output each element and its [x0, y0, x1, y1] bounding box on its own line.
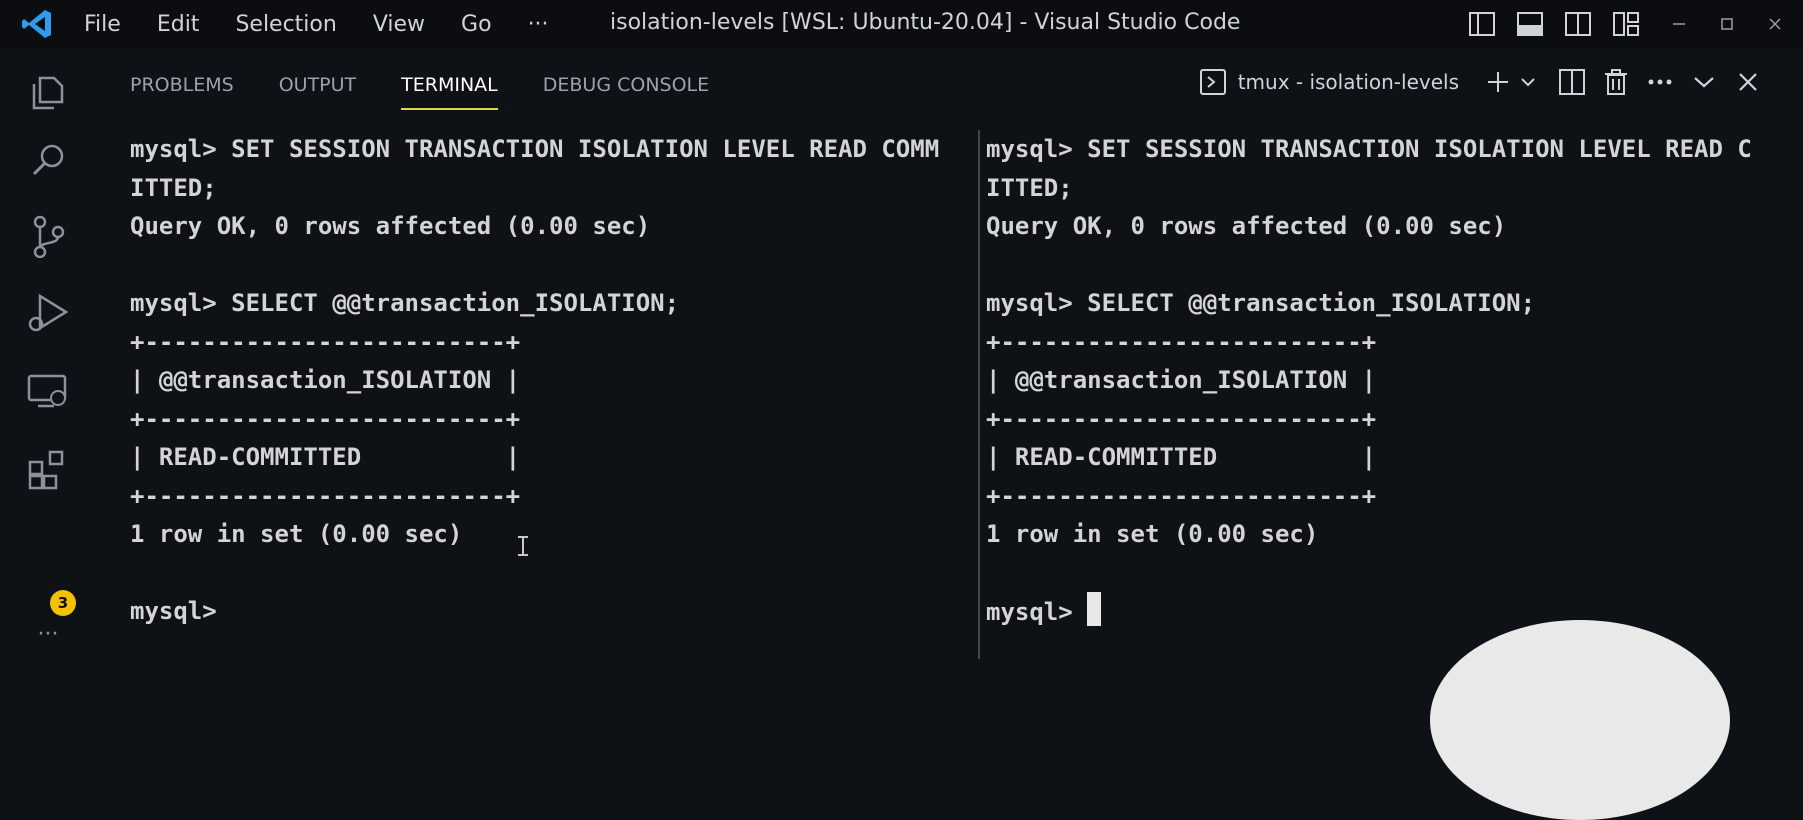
- webcam-overlay: [1430, 620, 1730, 820]
- menu-more[interactable]: ···: [528, 12, 549, 37]
- terminal-pane-left[interactable]: mysql> SET SESSION TRANSACTION ISOLATION…: [130, 130, 978, 659]
- terminal-line: 1 row in set (0.00 sec): [986, 520, 1319, 548]
- panel-tabs: PROBLEMS OUTPUT TERMINAL DEBUG CONSOLE: [130, 64, 754, 110]
- text-cursor-icon: [518, 536, 528, 556]
- toggle-panel-icon[interactable]: [1515, 9, 1545, 39]
- close-window-icon[interactable]: [1755, 4, 1795, 44]
- search-icon[interactable]: [24, 136, 72, 184]
- window-title: isolation-levels [WSL: Ubuntu-20.04] - V…: [610, 10, 1241, 35]
- maximize-icon[interactable]: [1707, 4, 1747, 44]
- window-controls: [1467, 0, 1803, 48]
- menu-edit[interactable]: Edit: [157, 12, 200, 37]
- terminal-line: mysql> SET SESSION TRANSACTION ISOLATION…: [130, 135, 940, 163]
- trash-icon[interactable]: [1601, 67, 1631, 97]
- vscode-logo-icon: [20, 7, 54, 41]
- terminal-line: Query OK, 0 rows affected (0.00 sec): [130, 212, 651, 240]
- more-actions-icon[interactable]: [1645, 67, 1675, 97]
- terminal-line: | READ-COMMITTED |: [130, 443, 521, 471]
- run-debug-icon[interactable]: [24, 288, 72, 336]
- terminal-line: | READ-COMMITTED |: [986, 443, 1377, 471]
- toggle-primary-sidebar-icon[interactable]: [1467, 9, 1497, 39]
- terminal-line: mysql> SELECT @@transaction_ISOLATION;: [130, 289, 680, 317]
- terminal-pane-right[interactable]: mysql> SET SESSION TRANSACTION ISOLATION…: [986, 130, 1776, 659]
- menu-go[interactable]: Go: [461, 12, 492, 37]
- split-terminal-icon[interactable]: [1557, 67, 1587, 97]
- collapse-panel-icon[interactable]: [1689, 67, 1719, 97]
- terminal-name[interactable]: tmux - isolation-levels: [1238, 70, 1459, 94]
- source-control-icon[interactable]: [24, 212, 72, 260]
- terminal-line: | @@transaction_ISOLATION |: [986, 366, 1377, 394]
- terminal-line: +-------------------------+: [130, 327, 521, 356]
- pane-divider[interactable]: [978, 130, 980, 659]
- tab-problems[interactable]: PROBLEMS: [130, 64, 234, 106]
- tab-debug-console[interactable]: DEBUG CONSOLE: [543, 64, 709, 106]
- menu-selection[interactable]: Selection: [235, 12, 336, 37]
- menu-view[interactable]: View: [373, 12, 425, 37]
- terminal-line: +-------------------------+: [986, 481, 1377, 510]
- terminal-line: mysql> SELECT @@transaction_ISOLATION;: [986, 289, 1536, 317]
- terminal-toolbar: tmux - isolation-levels: [1184, 62, 1763, 102]
- terminal-cursor: [1087, 592, 1102, 626]
- more-icon[interactable]: ···: [24, 610, 72, 658]
- terminal-line: mysql> SET SESSION TRANSACTION ISOLATION…: [986, 135, 1752, 163]
- terminal-icon: [1198, 67, 1228, 97]
- terminal-line: mysql>: [130, 597, 232, 625]
- menu-bar: File Edit Selection View Go ···: [84, 0, 585, 48]
- extensions-icon[interactable]: [24, 446, 72, 494]
- remote-explorer-icon[interactable]: [24, 368, 72, 416]
- menu-file[interactable]: File: [84, 12, 121, 37]
- terminal-line: ITTED;: [130, 173, 217, 202]
- customize-layout-icon[interactable]: [1611, 9, 1641, 39]
- terminal-line: Query OK, 0 rows affected (0.00 sec): [986, 212, 1507, 240]
- terminal-line: +-------------------------+: [986, 404, 1377, 433]
- minimize-icon[interactable]: [1659, 4, 1699, 44]
- chevron-down-icon[interactable]: [1513, 67, 1543, 97]
- close-panel-icon[interactable]: [1733, 67, 1763, 97]
- explorer-icon[interactable]: [24, 68, 72, 116]
- terminal-line: 1 row in set (0.00 sec): [130, 520, 463, 548]
- terminal-line: +-------------------------+: [986, 327, 1377, 356]
- title-bar: File Edit Selection View Go ··· isolatio…: [0, 0, 1803, 48]
- activity-bar: 3 ···: [0, 48, 96, 659]
- terminal-line: ITTED;: [986, 173, 1073, 202]
- toggle-secondary-sidebar-icon[interactable]: [1563, 9, 1593, 39]
- terminal-line: mysql>: [986, 598, 1088, 626]
- tab-terminal[interactable]: TERMINAL: [401, 64, 498, 110]
- terminal-line: | @@transaction_ISOLATION |: [130, 366, 521, 394]
- tab-output[interactable]: OUTPUT: [279, 64, 356, 106]
- new-terminal-icon[interactable]: [1483, 67, 1513, 97]
- terminal-line: +-------------------------+: [130, 481, 521, 510]
- terminal-line: +-------------------------+: [130, 404, 521, 433]
